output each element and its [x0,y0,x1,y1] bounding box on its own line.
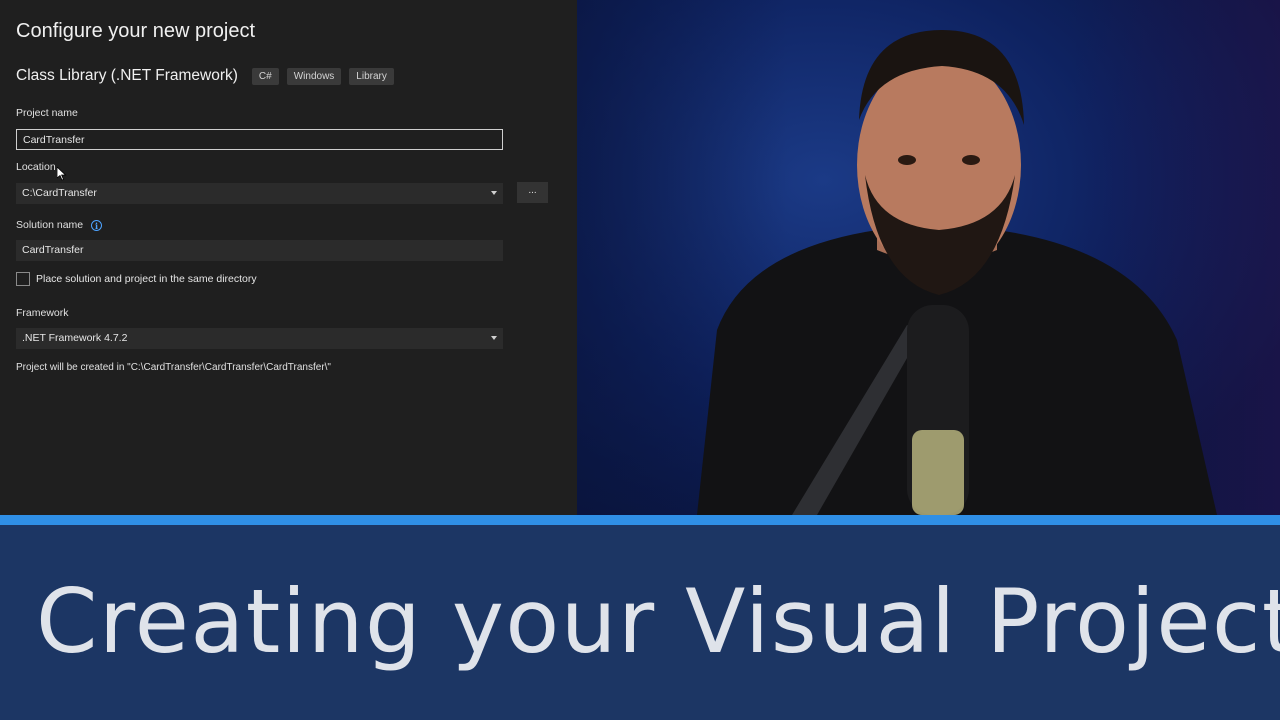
project-path-note: Project will be created in "C:\CardTrans… [16,362,331,373]
project-name-value: CardTransfer [23,134,85,146]
presenter-silhouette [697,30,1217,515]
dialog-title: Configure your new project [16,20,256,42]
template-name: Class Library (.NET Framework) [16,67,238,84]
banner-accent-stripe [0,515,1280,525]
location-value: C:\CardTransfer [22,187,97,199]
same-directory-label: Place solution and project in the same d… [36,273,257,285]
framework-value: .NET Framework 4.7.2 [22,332,128,344]
tag-csharp: C# [251,67,279,85]
chevron-down-icon[interactable] [491,191,497,195]
mouse-cursor-icon [57,167,67,181]
tag-library: Library [349,67,394,85]
configure-project-dialog: Configure your new project Class Library… [0,0,577,515]
same-directory-checkbox[interactable] [16,272,30,286]
location-combobox[interactable]: C:\CardTransfer [16,183,503,204]
project-name-input[interactable]: CardTransfer [16,129,503,150]
template-row: Class Library (.NET Framework) C# Window… [16,67,402,85]
framework-label: Framework [16,307,69,319]
webcam-feed [577,0,1280,515]
browse-button[interactable]: ... [517,182,548,203]
solution-name-label-text: Solution name [16,219,84,231]
location-label: Location [16,161,56,173]
banner-title: Creating your Visual Project [36,570,1280,673]
framework-select[interactable]: .NET Framework 4.7.2 [16,328,503,349]
solution-name-label: Solution name i [16,219,103,231]
info-icon[interactable]: i [91,220,103,231]
solution-name-value: CardTransfer [22,244,84,256]
project-name-label: Project name [16,107,78,119]
chevron-down-icon[interactable] [491,336,497,340]
solution-name-input[interactable]: CardTransfer [16,240,503,261]
same-directory-option[interactable]: Place solution and project in the same d… [16,272,257,286]
tag-windows: Windows [286,67,342,85]
